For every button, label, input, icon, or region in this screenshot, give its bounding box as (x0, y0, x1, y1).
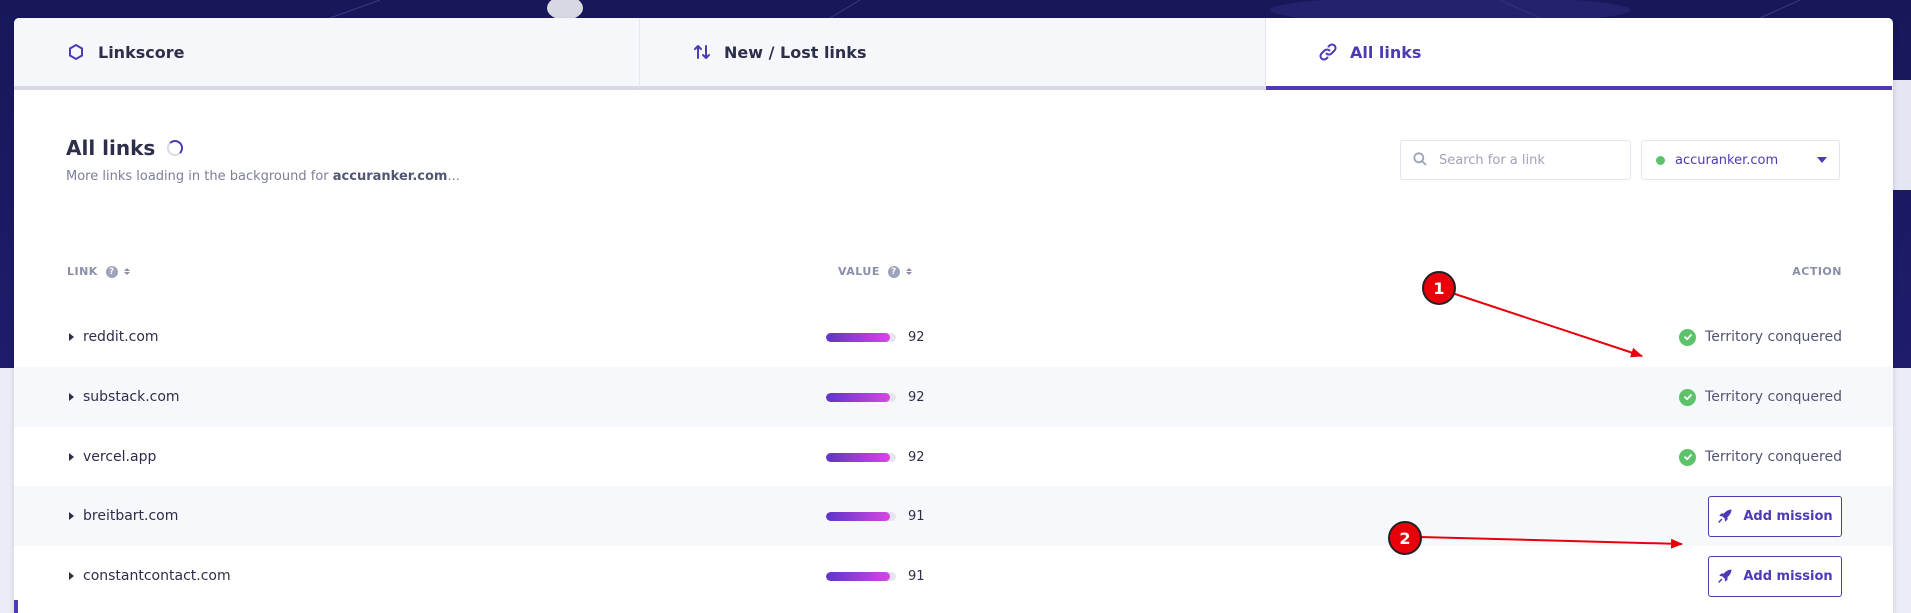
value-bar (826, 392, 896, 402)
table-row: constantcontact.com 91 Add mission (14, 546, 1893, 606)
expand-caret-icon[interactable] (69, 572, 74, 580)
status-dot-icon (1656, 155, 1665, 165)
rocket-icon (1717, 568, 1733, 584)
link-domain: constantcontact.com (83, 568, 231, 584)
astronaut-helmet-decoration (547, 0, 583, 20)
hexagon-icon (66, 42, 86, 62)
subtitle-prefix: More links loading in the background for (66, 169, 333, 184)
value-bar (826, 571, 896, 581)
link-icon (1318, 42, 1338, 62)
check-circle-icon (1679, 328, 1697, 346)
subtitle-suffix: ... (447, 169, 460, 184)
link-value: 92 (908, 449, 925, 465)
check-circle-icon (1679, 388, 1697, 406)
link-domain: breitbart.com (83, 508, 179, 524)
value-bar-fill (826, 332, 891, 342)
expand-caret-icon[interactable] (69, 512, 74, 520)
column-header-value[interactable]: VALUE ? (838, 265, 912, 278)
tab-all-links[interactable]: All links (1266, 18, 1892, 90)
value-bar-fill (826, 571, 890, 581)
column-header-label: VALUE (838, 265, 880, 278)
status-label: Territory conquered (1705, 449, 1842, 465)
table-row: reddit.com 92 Territory conquered (14, 307, 1893, 367)
button-label: Add mission (1743, 508, 1833, 524)
tab-label: All links (1350, 42, 1422, 62)
link-domain: reddit.com (83, 329, 159, 345)
value-bar-fill (826, 392, 891, 402)
column-header-action: ACTION (1792, 265, 1842, 278)
link-domain: substack.com (83, 389, 180, 405)
check-circle-icon (1679, 448, 1697, 466)
territory-conquered-status: Territory conquered (1679, 328, 1842, 346)
column-header-label: LINK (67, 265, 98, 278)
expand-caret-icon[interactable] (69, 333, 74, 341)
rocket-icon (1717, 508, 1733, 524)
value-bar (826, 452, 896, 462)
annotation-marker-1: 1 (1422, 271, 1456, 305)
expand-caret-icon[interactable] (69, 393, 74, 401)
tab-new-lost-links[interactable]: New / Lost links (640, 18, 1266, 90)
caret-down-icon (1817, 157, 1827, 163)
page-title-text: All links (66, 136, 156, 160)
tab-linkscore[interactable]: Linkscore (14, 18, 640, 90)
help-icon[interactable]: ? (105, 265, 118, 278)
links-panel: Linkscore New / Lost links All links All… (14, 18, 1893, 613)
loading-subtitle: More links loading in the background for… (66, 169, 460, 184)
value-bar-fill (826, 511, 890, 521)
column-header-label: ACTION (1792, 265, 1842, 278)
territory-conquered-status: Territory conquered (1679, 388, 1842, 406)
sort-arrows-icon (692, 42, 712, 62)
button-label: Add mission (1743, 568, 1833, 584)
link-value: 91 (908, 568, 925, 584)
table-row: substack.com 92 Territory conquered (14, 367, 1893, 427)
page-title: All links (66, 136, 184, 160)
column-header-link[interactable]: LINK ? (67, 265, 130, 278)
link-value: 91 (908, 508, 925, 524)
domain-select[interactable]: accuranker.com (1641, 140, 1840, 180)
annotation-marker-2: 2 (1388, 521, 1422, 555)
value-bar (826, 332, 896, 342)
subtitle-domain: accuranker.com (332, 169, 448, 184)
tab-label: New / Lost links (724, 42, 867, 62)
value-bar (826, 511, 896, 521)
status-label: Territory conquered (1705, 329, 1842, 345)
table-row: breitbart.com 91 Add mission (14, 486, 1893, 546)
left-accent-bar (14, 600, 18, 613)
link-domain: vercel.app (83, 449, 157, 465)
status-label: Territory conquered (1705, 389, 1842, 405)
search-icon (1413, 151, 1427, 170)
help-icon[interactable]: ? (887, 265, 900, 278)
loading-spinner-icon (167, 140, 184, 156)
search-box[interactable] (1400, 140, 1631, 180)
sort-icon[interactable] (905, 268, 912, 275)
tab-bar: Linkscore New / Lost links All links (14, 18, 1893, 90)
search-input[interactable] (1437, 151, 1621, 169)
sort-icon[interactable] (123, 268, 130, 275)
territory-conquered-status: Territory conquered (1679, 448, 1842, 466)
tab-label: Linkscore (98, 42, 185, 62)
value-bar-fill (826, 452, 891, 462)
expand-caret-icon[interactable] (69, 453, 74, 461)
link-value: 92 (908, 329, 925, 345)
add-mission-button[interactable]: Add mission (1708, 495, 1842, 537)
add-mission-button[interactable]: Add mission (1708, 555, 1842, 597)
table-row: vercel.app 92 Territory conquered (14, 427, 1893, 487)
domain-select-value: accuranker.com (1675, 152, 1779, 168)
link-value: 92 (908, 389, 925, 405)
